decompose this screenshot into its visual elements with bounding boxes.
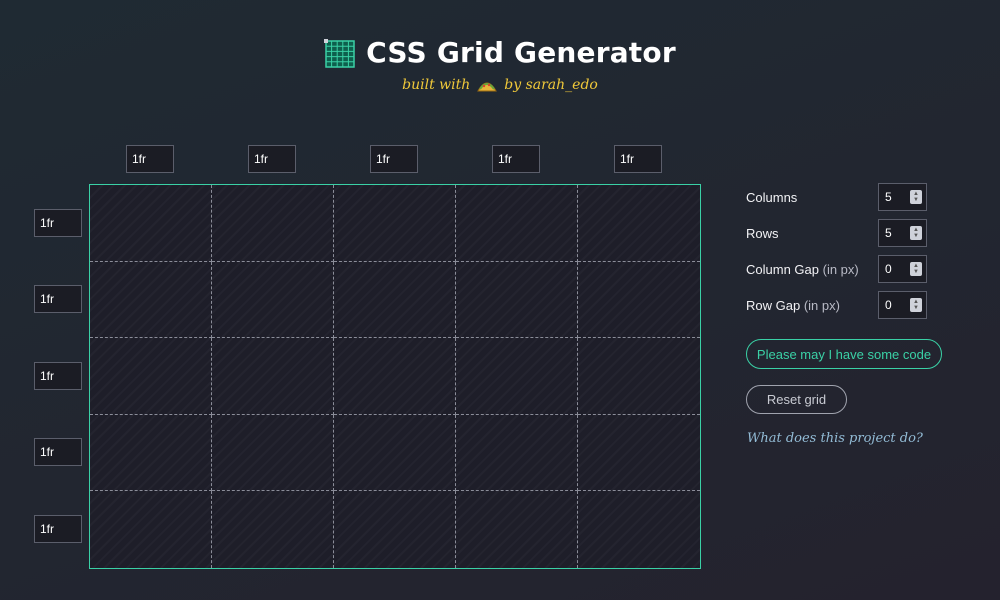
grid-cell[interactable] <box>90 261 212 339</box>
grid-cell[interactable] <box>334 338 456 415</box>
columns-control: Columns 5 ▲ ▼ <box>746 183 946 211</box>
grid-cell[interactable] <box>90 185 212 262</box>
reset-grid-button[interactable]: Reset grid <box>746 385 847 414</box>
grid-cell[interactable] <box>578 338 700 415</box>
grid-icon <box>324 38 355 68</box>
row-unit-input-5[interactable] <box>34 515 82 543</box>
grid-controls: Columns 5 ▲ ▼ Rows 5 ▲ ▼ Column Gap (in px… <box>746 183 946 327</box>
grid-cell[interactable] <box>456 261 578 339</box>
grid-cell[interactable] <box>212 185 334 262</box>
grid-cell[interactable] <box>578 415 700 492</box>
grid-cell[interactable] <box>212 491 334 568</box>
subtitle-suffix: by sarah_edo <box>504 77 598 93</box>
grid-canvas[interactable] <box>89 184 701 569</box>
spinner-icon[interactable]: ▲ ▼ <box>910 226 922 240</box>
grid-cell[interactable] <box>90 414 212 492</box>
grid-cell[interactable] <box>212 338 334 415</box>
rows-control: Rows 5 ▲ ▼ <box>746 219 946 247</box>
project-info-link[interactable]: What does this project do? <box>747 431 923 446</box>
header: CSS Grid Generator built with by sarah_e… <box>0 36 1000 93</box>
row-gap-value: 0 <box>885 298 892 312</box>
grid-cell[interactable] <box>456 491 578 568</box>
row-unit-input-3[interactable] <box>34 362 82 390</box>
spinner-icon[interactable]: ▲ ▼ <box>910 298 922 312</box>
grid-cell[interactable] <box>334 414 456 492</box>
column-gap-input[interactable]: 0 ▲ ▼ <box>878 255 927 283</box>
taco-icon <box>477 82 498 92</box>
rows-value: 5 <box>885 226 892 240</box>
columns-value: 5 <box>885 190 892 204</box>
grid-cell[interactable] <box>578 262 700 339</box>
grid-cell[interactable] <box>578 491 700 568</box>
row-gap-input[interactable]: 0 ▲ ▼ <box>878 291 927 319</box>
column-gap-label-text: Column Gap <box>746 261 819 277</box>
grid-cell[interactable] <box>456 414 578 492</box>
row-unit-input-4[interactable] <box>34 438 82 466</box>
column-gap-value: 0 <box>885 262 892 276</box>
columns-label: Columns <box>746 189 798 205</box>
page-title: CSS Grid Generator <box>366 36 676 69</box>
grid-cell[interactable] <box>334 261 456 339</box>
grid-cell[interactable] <box>212 414 334 492</box>
grid-cell[interactable] <box>90 338 212 415</box>
row-gap-label: Row Gap (in px) <box>746 298 840 313</box>
grid-cell[interactable] <box>212 261 334 339</box>
row-unit-input-2[interactable] <box>34 285 82 313</box>
column-unit-input-1[interactable] <box>126 145 174 173</box>
rows-input[interactable]: 5 ▲ ▼ <box>878 219 927 247</box>
grid-cell[interactable] <box>90 491 212 568</box>
column-unit-input-3[interactable] <box>370 145 418 173</box>
row-gap-label-text: Row Gap <box>746 297 801 313</box>
rows-label: Rows <box>746 225 779 241</box>
grid-cell[interactable] <box>456 338 578 415</box>
column-unit-input-4[interactable] <box>492 145 540 173</box>
column-gap-control: Column Gap (in px) 0 ▲ ▼ <box>746 255 946 283</box>
grid-cell[interactable] <box>334 185 456 262</box>
row-gap-control: Row Gap (in px) 0 ▲ ▼ <box>746 291 946 319</box>
spinner-icon[interactable]: ▲ ▼ <box>910 262 922 276</box>
column-unit-input-5[interactable] <box>614 145 662 173</box>
row-unit-input-1[interactable] <box>34 209 82 237</box>
grid-cell[interactable] <box>334 491 456 568</box>
subtitle-prefix: built with <box>402 77 471 93</box>
column-unit-input-2[interactable] <box>248 145 296 173</box>
spinner-icon[interactable]: ▲ ▼ <box>910 190 922 204</box>
grid-cell[interactable] <box>456 185 578 262</box>
columns-input[interactable]: 5 ▲ ▼ <box>878 183 927 211</box>
subtitle: built with by sarah_edo <box>0 77 1000 93</box>
get-code-button[interactable]: Please may I have some code <box>746 339 942 369</box>
column-gap-label: Column Gap (in px) <box>746 262 859 277</box>
title-row: CSS Grid Generator <box>0 36 1000 69</box>
grid-cell[interactable] <box>578 185 700 262</box>
row-gap-hint: (in px) <box>803 297 840 313</box>
column-gap-hint: (in px) <box>822 261 859 277</box>
